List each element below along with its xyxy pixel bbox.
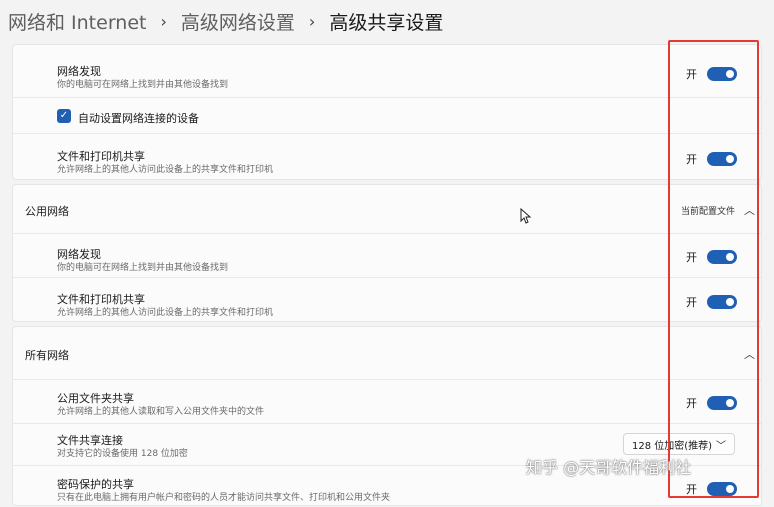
- public-folder-sharing-row: 公用文件夹共享 允许网络上的其他人读取和写入公用文件夹中的文件 开: [13, 379, 761, 423]
- file-printer-sharing-toggle[interactable]: 开: [686, 151, 737, 167]
- toggle-state-label: 开: [686, 251, 697, 264]
- public-network-header[interactable]: 公用网络 当前配置文件 ︿: [13, 185, 761, 233]
- auto-setup-label: 自动设置网络连接的设备: [78, 112, 199, 125]
- public-network-discovery-toggle[interactable]: 开: [686, 249, 737, 265]
- toggle-switch[interactable]: [707, 482, 737, 496]
- watermark: 知乎 @天哥软件福利社: [526, 458, 692, 477]
- public-network-panel: 公用网络 当前配置文件 ︿ 网络发现 你的电脑可在网络上找到并由其他设备找到 开…: [12, 184, 762, 322]
- chevron-up-icon[interactable]: ︿: [744, 202, 755, 218]
- toggle-knob: [726, 155, 734, 163]
- auto-setup-checkbox[interactable]: ✓: [57, 109, 71, 123]
- toggle-state-label: 开: [686, 153, 697, 166]
- public-file-printer-sharing-desc: 允许网络上的其他人访问此设备上的共享文件和打印机: [57, 308, 274, 318]
- public-file-printer-sharing-toggle[interactable]: 开: [686, 294, 737, 310]
- breadcrumb-separator-icon: ›: [160, 11, 167, 31]
- toggle-knob: [726, 253, 734, 261]
- encryption-select-value: 128 位加密(推荐): [632, 440, 713, 452]
- breadcrumb-separator-icon: ›: [308, 11, 316, 31]
- toggle-knob: [726, 298, 734, 306]
- password-protected-sharing-desc: 只有在此电脑上拥有用户帐户和密码的人员才能访问共享文件、打印机和公用文件夹: [57, 493, 391, 503]
- network-discovery-toggle[interactable]: 开: [686, 66, 737, 82]
- public-file-printer-sharing-row: 文件和打印机共享 允许网络上的其他人访问此设备上的共享文件和打印机 开: [13, 277, 761, 323]
- toggle-switch[interactable]: [707, 396, 737, 410]
- toggle-state-label: 开: [686, 68, 697, 81]
- all-networks-header-title: 所有网络: [25, 349, 69, 362]
- breadcrumb-network-internet[interactable]: 网络和 Internet: [8, 8, 146, 35]
- check-icon: ✓: [59, 110, 69, 121]
- file-sharing-connection-desc: 对支持它的设备使用 128 位加密: [57, 449, 188, 459]
- chevron-down-icon: ﹀: [716, 440, 726, 452]
- toggle-state-label: 开: [686, 483, 697, 496]
- toggle-knob: [726, 399, 734, 407]
- password-protected-sharing-toggle[interactable]: 开: [686, 481, 737, 497]
- file-printer-sharing-row: 文件和打印机共享 允许网络上的其他人访问此设备上的共享文件和打印机 开: [13, 133, 761, 181]
- breadcrumb-advanced-network[interactable]: 高级网络设置: [181, 8, 295, 35]
- encryption-select[interactable]: 128 位加密(推荐) ﹀: [623, 433, 735, 455]
- toggle-knob: [726, 485, 734, 493]
- public-folder-sharing-desc: 允许网络上的其他人读取和写入公用文件夹中的文件: [57, 407, 265, 417]
- public-network-header-title: 公用网络: [25, 205, 69, 218]
- breadcrumb: 网络和 Internet › 高级网络设置 › 高级共享设置: [8, 6, 443, 36]
- page-title: 高级共享设置: [329, 11, 444, 34]
- toggle-knob: [726, 70, 734, 78]
- network-discovery-desc: 你的电脑可在网络上找到并由其他设备找到: [57, 80, 229, 90]
- toggle-switch[interactable]: [707, 250, 737, 264]
- current-profile-label: 当前配置文件: [680, 207, 735, 217]
- toggle-state-label: 开: [686, 296, 697, 309]
- chevron-up-icon[interactable]: ︿: [744, 346, 755, 362]
- all-networks-header[interactable]: 所有网络 ︿: [13, 327, 761, 379]
- all-networks-panel: 所有网络 ︿ 公用文件夹共享 允许网络上的其他人读取和写入公用文件夹中的文件 开…: [12, 326, 762, 506]
- public-network-discovery-row: 网络发现 你的电脑可在网络上找到并由其他设备找到 开: [13, 233, 761, 277]
- network-discovery-row: 网络发现 你的电脑可在网络上找到并由其他设备找到 开: [13, 45, 761, 97]
- private-network-panel: 网络发现 你的电脑可在网络上找到并由其他设备找到 开 ✓ 自动设置网络连接的设备…: [12, 44, 762, 180]
- auto-setup-row: ✓ 自动设置网络连接的设备: [13, 97, 761, 133]
- file-printer-sharing-desc: 允许网络上的其他人访问此设备上的共享文件和打印机: [57, 165, 274, 175]
- public-network-discovery-desc: 你的电脑可在网络上找到并由其他设备找到: [57, 263, 229, 273]
- toggle-switch[interactable]: [707, 152, 737, 166]
- cursor-icon: [520, 208, 532, 224]
- toggle-state-label: 开: [686, 397, 697, 410]
- public-folder-sharing-toggle[interactable]: 开: [686, 395, 737, 411]
- toggle-switch[interactable]: [707, 295, 737, 309]
- toggle-switch[interactable]: [707, 67, 737, 81]
